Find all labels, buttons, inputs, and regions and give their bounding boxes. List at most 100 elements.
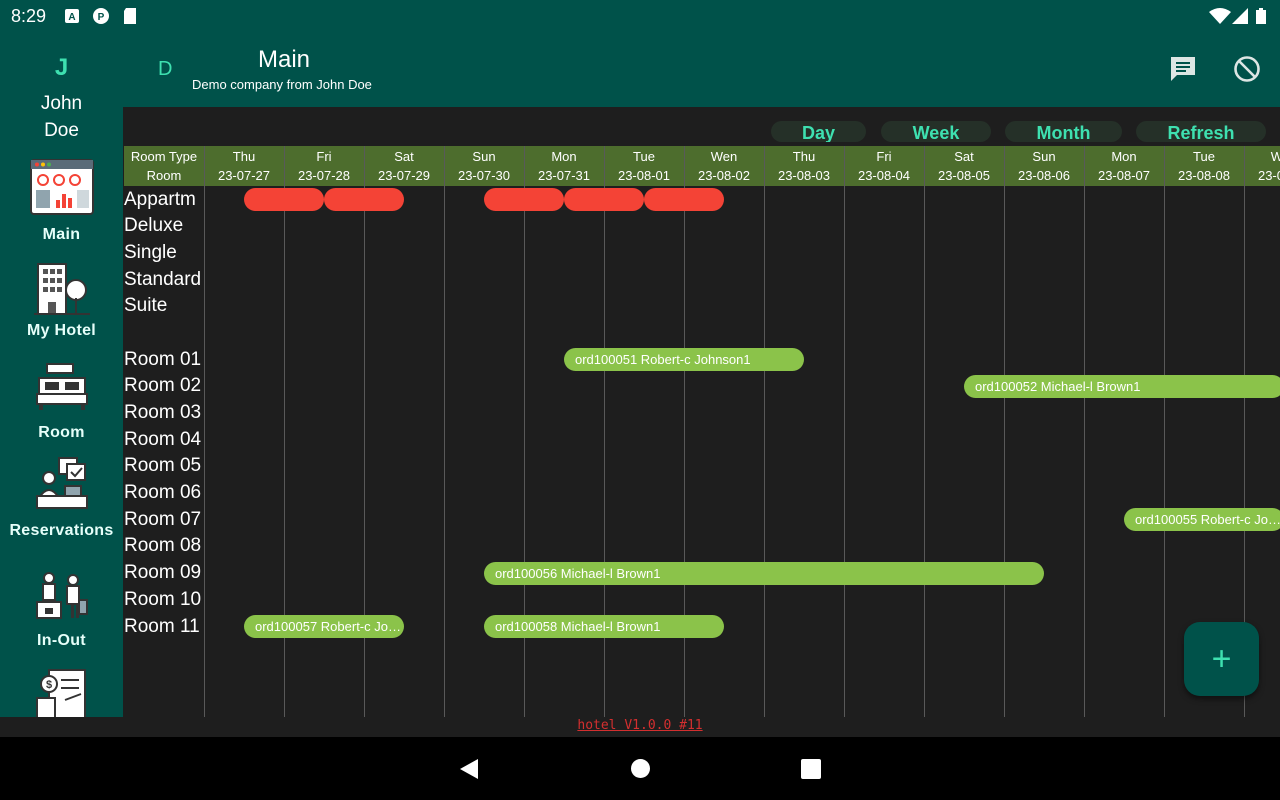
signal-icon bbox=[1232, 8, 1248, 24]
add-reservation-button[interactable]: + bbox=[1184, 622, 1259, 696]
sidebar-item-main[interactable]: Main bbox=[0, 158, 123, 244]
day-header-weekday: Mon bbox=[1111, 149, 1137, 164]
status-bar: 8:29 A P bbox=[0, 0, 1280, 32]
sidebar-item-my-hotel[interactable]: My Hotel bbox=[0, 260, 123, 340]
reservation-bar[interactable]: ord100051 Robert-c Johnson1 bbox=[564, 348, 804, 371]
page-title: Main bbox=[258, 46, 311, 73]
home-icon[interactable] bbox=[630, 758, 651, 779]
room-type-occupancy-bar[interactable] bbox=[644, 188, 724, 211]
day-header-date: 23-07-30 bbox=[457, 168, 511, 183]
month-view-button[interactable]: Month bbox=[1005, 121, 1122, 142]
day-header-date: 23-07-29 bbox=[377, 168, 431, 183]
day-header-weekday: Wen bbox=[1270, 149, 1280, 164]
version-link[interactable]: hotel V1.0.0 #11 bbox=[0, 718, 1280, 733]
sidebar-item-room[interactable]: Room bbox=[0, 362, 123, 442]
user-name: John Doe bbox=[0, 90, 123, 144]
grid-column-line bbox=[844, 146, 845, 717]
wifi-icon bbox=[1209, 8, 1231, 24]
sidebar-item-room-label: Room bbox=[38, 424, 85, 441]
user-initial: J bbox=[54, 54, 69, 81]
room-type-occupancy-bar[interactable] bbox=[484, 188, 564, 211]
room-label: Room 03 bbox=[124, 401, 202, 423]
grid-column-line bbox=[204, 146, 205, 717]
status-time: 8:29 bbox=[11, 6, 47, 26]
room-type-label: Single bbox=[124, 241, 177, 263]
day-header-date: 23-08-07 bbox=[1097, 168, 1151, 183]
day-header-date: 23-08-08 bbox=[1177, 168, 1231, 183]
sidebar-item-billing[interactable]: $ bbox=[0, 668, 123, 717]
sidebar: J John Doe Main My Hotel Room Reservatio… bbox=[0, 32, 123, 717]
battery-icon bbox=[1256, 8, 1266, 24]
dashboard-icon bbox=[29, 159, 94, 215]
reservation-bar[interactable]: ord100052 Michael-l Brown1 bbox=[964, 374, 1280, 398]
day-header-date: 23-07-31 bbox=[537, 168, 591, 183]
day-header-date: 23-08-02 bbox=[697, 168, 751, 183]
room-label: Room 02 bbox=[124, 375, 202, 397]
grid-column-line bbox=[764, 146, 765, 717]
day-header-weekday: Thu bbox=[792, 149, 816, 164]
room-type-occupancy-bar[interactable] bbox=[564, 188, 644, 211]
svg-text:$: $ bbox=[45, 679, 51, 691]
sidebar-item-my-hotel-label: My Hotel bbox=[26, 322, 97, 339]
day-view-button[interactable]: Day bbox=[771, 121, 866, 142]
room-label: Room 08 bbox=[124, 535, 202, 557]
system-nav-bar bbox=[0, 737, 1280, 800]
reservation-bar[interactable]: ord100055 Robert-c Johnson1 bbox=[1124, 508, 1280, 532]
room-type-label: Deluxe bbox=[124, 215, 184, 237]
day-header-weekday: Sat bbox=[954, 149, 974, 164]
recents-icon[interactable] bbox=[801, 759, 821, 779]
grid-column-line bbox=[1084, 146, 1085, 717]
svg-text:P: P bbox=[98, 12, 105, 23]
check-in-out-icon bbox=[35, 572, 88, 619]
room-label: Room 11 bbox=[124, 615, 200, 637]
p-icon: P bbox=[93, 8, 109, 24]
grid-column-line bbox=[924, 146, 925, 717]
message-icon[interactable] bbox=[1168, 54, 1198, 84]
day-header-weekday: Tue bbox=[633, 149, 655, 164]
sidebar-item-in-out-label: In-Out bbox=[37, 632, 86, 649]
day-header-weekday: Sun bbox=[472, 149, 496, 164]
header-room-type-label: Room Type bbox=[130, 149, 198, 164]
refresh-button[interactable]: Refresh bbox=[1136, 121, 1266, 142]
room-label: Room 09 bbox=[124, 562, 202, 584]
user-last-name: Doe bbox=[44, 120, 79, 141]
a-icon: A bbox=[65, 9, 79, 23]
day-header-date: 23-07-27 bbox=[217, 168, 271, 183]
day-header-weekday: Fri bbox=[876, 149, 892, 164]
block-icon[interactable] bbox=[1232, 54, 1262, 84]
grid-column-line bbox=[444, 146, 445, 717]
sidebar-item-reservations[interactable]: Reservations bbox=[0, 456, 123, 540]
room-type-occupancy-bar[interactable] bbox=[244, 188, 324, 211]
reservation-bar[interactable]: ord100056 Michael-l Brown1 bbox=[484, 561, 1044, 585]
room-bed-icon bbox=[35, 363, 88, 410]
room-type-label: Suite bbox=[124, 295, 168, 317]
day-header-date: 23-08-06 bbox=[1017, 168, 1071, 183]
svg-text:A: A bbox=[68, 12, 75, 23]
sidebar-item-in-out[interactable]: In-Out bbox=[0, 572, 123, 650]
room-label: Room 05 bbox=[124, 455, 202, 477]
room-type-label: Appartm bbox=[124, 188, 196, 210]
room-type-label: Standard bbox=[124, 268, 202, 290]
grid-column-line bbox=[1004, 146, 1005, 717]
day-header-date: 23-08-05 bbox=[937, 168, 991, 183]
room-label: Room 10 bbox=[124, 588, 202, 610]
day-header-weekday: Thu bbox=[232, 149, 256, 164]
page-subtitle: Demo company from John Doe bbox=[192, 77, 372, 92]
room-label: Room 06 bbox=[124, 482, 202, 503]
day-header-weekday: Sun bbox=[1032, 149, 1056, 164]
day-header-date: 23-08-09 bbox=[1257, 168, 1280, 183]
room-type-occupancy-bar[interactable] bbox=[324, 188, 404, 211]
reservation-bar[interactable]: ord100057 Robert-c Johnson1 bbox=[244, 615, 404, 638]
reservation-bar[interactable]: ord100058 Michael-l Brown1 bbox=[484, 615, 724, 638]
day-header-weekday: Sat bbox=[394, 149, 414, 164]
sidebar-item-main-label: Main bbox=[42, 226, 81, 243]
back-icon[interactable] bbox=[458, 758, 480, 780]
billing-icon: $ bbox=[35, 669, 86, 717]
reservation-desk-icon bbox=[35, 457, 88, 509]
sidebar-item-reservations-label: Reservations bbox=[9, 522, 114, 539]
week-view-button[interactable]: Week bbox=[881, 121, 991, 142]
day-header-date: 23-07-28 bbox=[297, 168, 351, 183]
day-header-date: 23-08-01 bbox=[617, 168, 671, 183]
grid-column-line bbox=[1164, 146, 1165, 717]
hotel-building-icon bbox=[33, 263, 90, 315]
